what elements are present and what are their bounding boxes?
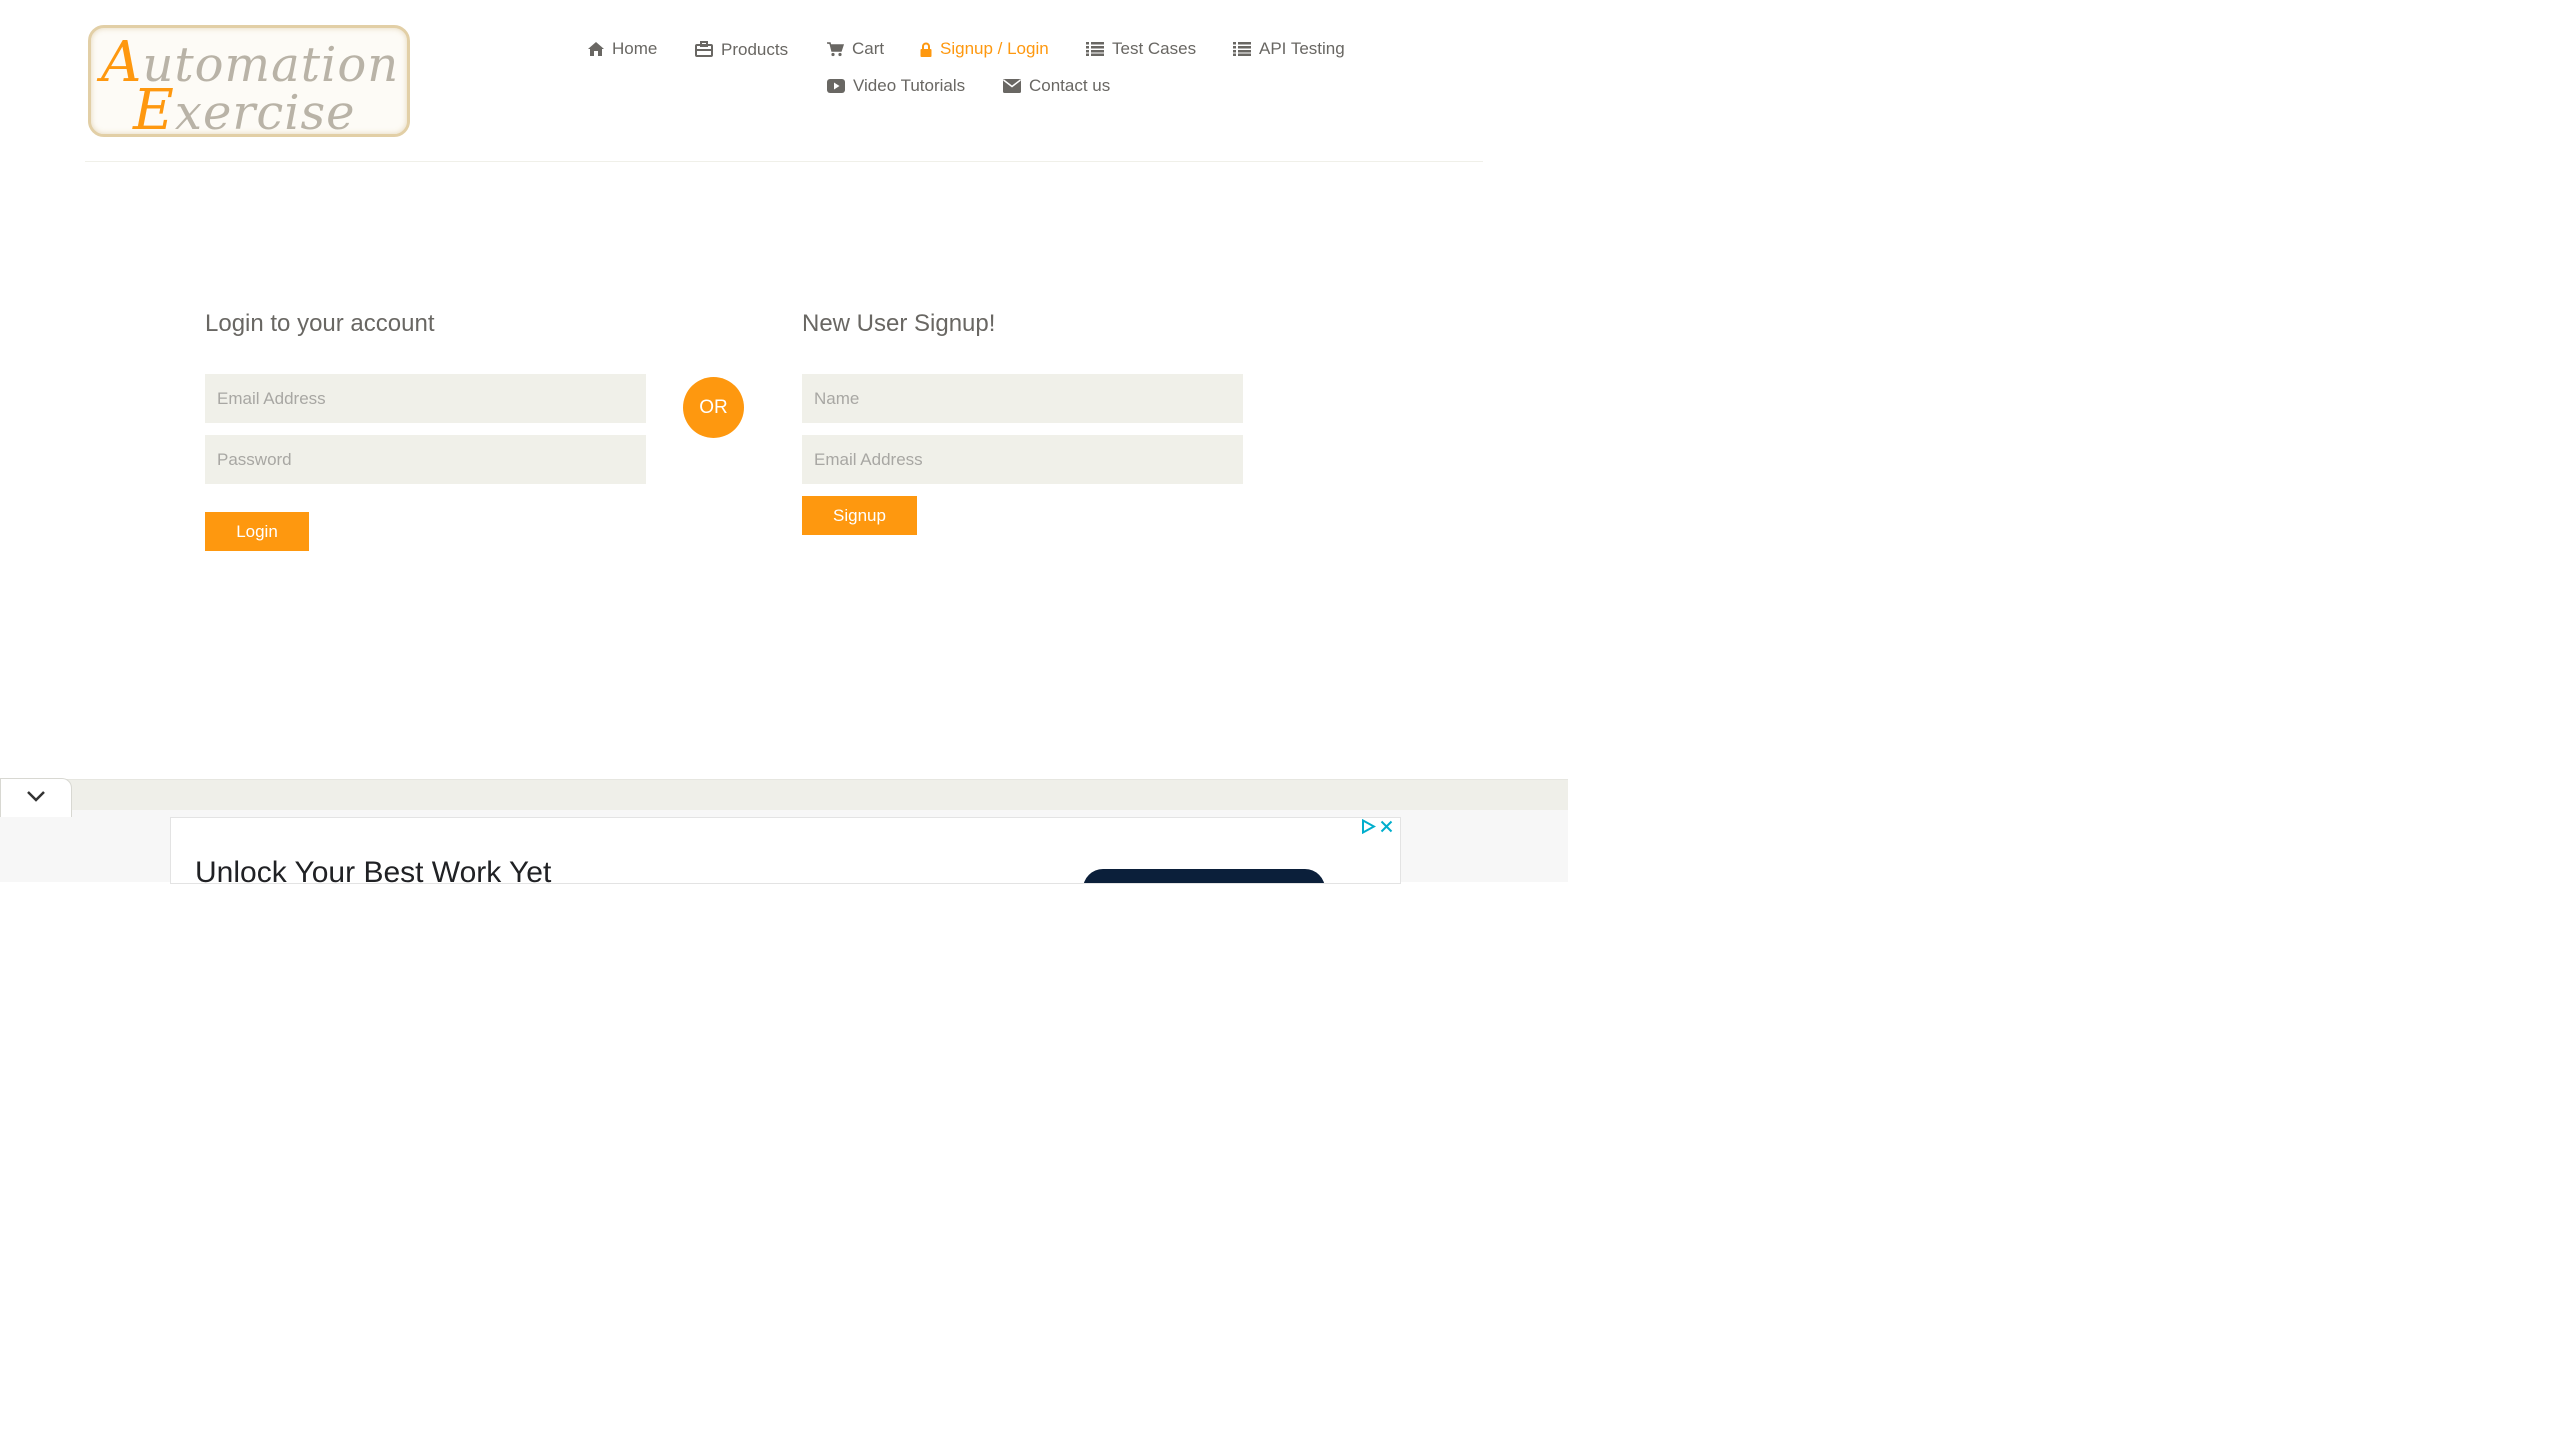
envelope-icon: [1003, 79, 1021, 93]
nav-products[interactable]: Products: [695, 39, 788, 59]
login-password-input[interactable]: [205, 435, 646, 484]
nav-video-tutorials-label: Video Tutorials: [853, 76, 966, 95]
ad-collapse-button[interactable]: [0, 778, 72, 817]
briefcase-icon: [695, 41, 713, 57]
nav-test-cases[interactable]: Test Cases: [1086, 39, 1196, 59]
login-form-title: Login to your account: [205, 310, 435, 337]
site-logo[interactable]: Automation Exercise: [88, 25, 410, 143]
or-divider-badge: OR: [683, 377, 744, 438]
login-email-input[interactable]: [205, 374, 646, 423]
nav-home-label: Home: [612, 39, 658, 58]
ad-choices-icon[interactable]: [1361, 818, 1377, 839]
ad-cta-button[interactable]: [1083, 869, 1325, 883]
nav-cart[interactable]: Cart: [827, 39, 884, 59]
ad-bar: [0, 779, 1568, 811]
signup-button[interactable]: Signup: [802, 496, 917, 535]
nav-signup-login[interactable]: Signup / Login: [920, 39, 1049, 59]
youtube-play-icon: [827, 79, 845, 93]
nav-cart-label: Cart: [852, 39, 885, 58]
ad-banner[interactable]: Unlock Your Best Work Yet: [170, 817, 1401, 884]
nav-contact-us-label: Contact us: [1029, 76, 1111, 95]
signup-form-title: New User Signup!: [802, 310, 996, 337]
close-icon[interactable]: [1380, 820, 1393, 838]
nav-api-testing-label: API Testing: [1259, 39, 1345, 58]
logo-line-2: Exercise: [133, 78, 356, 143]
nav-home[interactable]: Home: [588, 39, 657, 59]
nav-products-label: Products: [721, 40, 789, 59]
chevron-down-icon: [26, 789, 46, 807]
nav-api-testing[interactable]: API Testing: [1233, 39, 1345, 59]
list-icon: [1233, 42, 1251, 56]
header-divider: [85, 161, 1483, 162]
list-icon: [1086, 42, 1104, 56]
cart-icon: [827, 41, 844, 57]
ad-headline: Unlock Your Best Work Yet: [195, 856, 552, 884]
nav-contact-us[interactable]: Contact us: [1003, 76, 1110, 96]
signup-name-input[interactable]: [802, 374, 1243, 423]
home-icon: [588, 42, 604, 56]
login-button[interactable]: Login: [205, 512, 309, 551]
signup-email-input[interactable]: [802, 435, 1243, 484]
nav-test-cases-label: Test Cases: [1112, 39, 1197, 58]
nav-signup-login-label: Signup / Login: [940, 39, 1049, 58]
nav-video-tutorials[interactable]: Video Tutorials: [827, 76, 965, 96]
ad-choices: [1361, 818, 1393, 839]
lock-icon: [920, 42, 932, 57]
